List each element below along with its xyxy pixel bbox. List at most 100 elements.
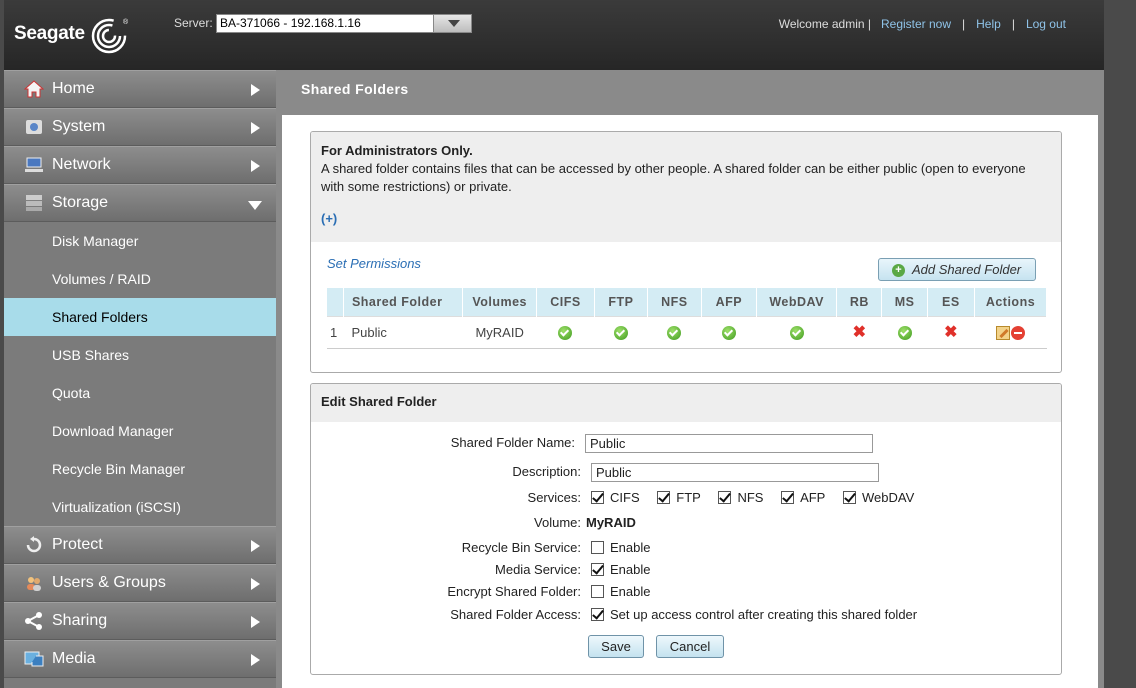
- sidebar-item-label: Users & Groups: [52, 574, 166, 591]
- column-header[interactable]: AFP: [701, 288, 758, 316]
- table-row[interactable]: 1 Public MyRAID ✖ ✖: [327, 315, 1047, 348]
- service-ftp[interactable]: FTP: [657, 490, 701, 505]
- sidebar-item-shared-folders[interactable]: Shared Folders: [4, 298, 276, 336]
- chevron-right-icon: [251, 122, 260, 134]
- chevron-right-icon: [251, 654, 260, 666]
- encrypt-checkbox[interactable]: [591, 585, 604, 598]
- set-permissions-link[interactable]: Set Permissions: [327, 256, 421, 271]
- service-afp[interactable]: AFP: [781, 490, 825, 505]
- service-label: AFP: [800, 490, 826, 505]
- column-header[interactable]: WebDAV: [756, 288, 838, 316]
- checkbox[interactable]: [842, 491, 856, 504]
- save-button[interactable]: Save: [588, 635, 644, 658]
- admin-info-header: For Administrators Only. A shared folder…: [311, 132, 1061, 242]
- folder-name-cell[interactable]: Public: [343, 315, 463, 348]
- sidebar-item-home[interactable]: Home: [4, 70, 276, 108]
- cancel-button[interactable]: Cancel: [656, 635, 724, 658]
- sidebar-item-recycle-bin-manager[interactable]: Recycle Bin Manager: [4, 450, 276, 488]
- media-checkbox[interactable]: [591, 563, 604, 576]
- service-label: CIFS: [610, 490, 640, 505]
- recycle-checkbox[interactable]: [591, 541, 604, 554]
- checkbox[interactable]: [718, 491, 732, 504]
- server-select[interactable]: BA-371066 - 192.168.1.16: [216, 14, 472, 33]
- service-nfs[interactable]: NFS: [718, 490, 763, 505]
- edit-icon[interactable]: [995, 325, 1010, 340]
- checkbox[interactable]: [657, 491, 671, 504]
- recycle-label: Recycle Bin Service:: [461, 540, 581, 555]
- webdav-status-cell: [756, 315, 837, 348]
- volume-value: MyRAID: [586, 515, 636, 530]
- column-header[interactable]: MS: [881, 288, 928, 316]
- separator: |: [1011, 17, 1015, 31]
- logout-link[interactable]: Log out: [1026, 17, 1066, 31]
- description-input[interactable]: Public: [591, 463, 879, 482]
- access-checkbox[interactable]: [591, 608, 604, 621]
- cifs-status-cell: [536, 315, 595, 348]
- disabled-x-icon: ✖: [852, 324, 867, 341]
- seagate-logo[interactable]: Seagate ®: [14, 14, 133, 54]
- services-label: Services:: [527, 490, 581, 505]
- home-icon: [24, 80, 44, 98]
- chevron-down-icon[interactable]: [433, 15, 471, 32]
- delete-icon[interactable]: [1010, 325, 1025, 340]
- column-header[interactable]: RB: [836, 288, 883, 316]
- sidebar-item-volumes-raid[interactable]: Volumes / RAID: [4, 260, 276, 298]
- encrypt-option[interactable]: Enable: [591, 584, 650, 599]
- column-header[interactable]: Volumes: [462, 288, 538, 316]
- sidebar-item-quota[interactable]: Quota: [4, 374, 276, 412]
- sidebar-item-media[interactable]: Media: [4, 640, 276, 678]
- sidebar-item-disk-manager[interactable]: Disk Manager: [4, 222, 276, 260]
- sidebar-item-label: System: [52, 118, 106, 135]
- separator: |: [962, 17, 966, 31]
- column-header[interactable]: NFS: [647, 288, 702, 316]
- expand-link[interactable]: (+): [321, 210, 1051, 228]
- column-header[interactable]: FTP: [594, 288, 649, 316]
- server-select-value: BA-371066 - 192.168.1.16: [220, 16, 361, 30]
- ms-status-cell: [881, 315, 928, 348]
- sidebar-item-sharing[interactable]: Sharing: [4, 602, 276, 640]
- checkbox[interactable]: [591, 491, 604, 504]
- recycle-option[interactable]: Enable: [591, 540, 650, 555]
- media-option[interactable]: Enable: [591, 562, 650, 577]
- chevron-right-icon: [251, 578, 260, 590]
- column-header[interactable]: Shared Folder: [343, 288, 464, 316]
- media-label: Media Service:: [495, 562, 581, 577]
- svg-text:®: ®: [123, 18, 129, 26]
- enabled-check-icon: [897, 325, 912, 340]
- sidebar-item-system[interactable]: System: [4, 108, 276, 146]
- sidebar-item-storage[interactable]: Storage: [4, 184, 276, 222]
- services-options: CIFS FTP NFS AFP WebDAV: [591, 490, 928, 505]
- checkbox[interactable]: [781, 491, 795, 504]
- seagate-swirl-icon: ®: [91, 18, 129, 54]
- sidebar-item-protect[interactable]: Protect: [4, 526, 276, 564]
- afp-status-cell: [701, 315, 757, 348]
- chevron-right-icon: [251, 616, 260, 628]
- access-option[interactable]: Set up access control after creating thi…: [591, 607, 917, 622]
- sidebar-item-label: Home: [52, 80, 95, 97]
- volume-label: Volume:: [534, 515, 581, 530]
- nfs-status-cell: [647, 315, 702, 348]
- shared-folder-name-input[interactable]: Public: [585, 434, 873, 453]
- service-label: FTP: [676, 490, 701, 505]
- column-header[interactable]: CIFS: [536, 288, 595, 316]
- service-webdav[interactable]: WebDAV: [842, 490, 914, 505]
- sidebar: Home System Network Storage Disk Manager…: [4, 70, 276, 688]
- sidebar-item-label: Storage: [52, 194, 109, 211]
- sidebar-item-virtualization[interactable]: Virtualization (iSCSI): [4, 488, 276, 526]
- sidebar-item-download-manager[interactable]: Download Manager: [4, 412, 276, 450]
- sidebar-item-users-groups[interactable]: Users & Groups: [4, 564, 276, 602]
- top-links: Welcome admin | Register now | Help | Lo…: [779, 17, 1066, 31]
- add-shared-folder-button[interactable]: + Add Shared Folder: [878, 258, 1036, 281]
- column-header[interactable]: Actions: [974, 288, 1048, 316]
- sidebar-item-network[interactable]: Network: [4, 146, 276, 184]
- edit-shared-folder-box: Edit Shared Folder Shared Folder Name: P…: [310, 383, 1062, 675]
- enabled-check-icon: [613, 325, 628, 340]
- help-link[interactable]: Help: [976, 17, 1001, 31]
- service-label: NFS: [737, 490, 764, 505]
- enabled-check-icon: [721, 325, 736, 340]
- sidebar-item-usb-shares[interactable]: USB Shares: [4, 336, 276, 374]
- plus-icon: +: [892, 264, 905, 277]
- register-link[interactable]: Register now: [881, 17, 951, 31]
- service-cifs[interactable]: CIFS: [591, 490, 640, 505]
- column-header[interactable]: ES: [927, 288, 975, 316]
